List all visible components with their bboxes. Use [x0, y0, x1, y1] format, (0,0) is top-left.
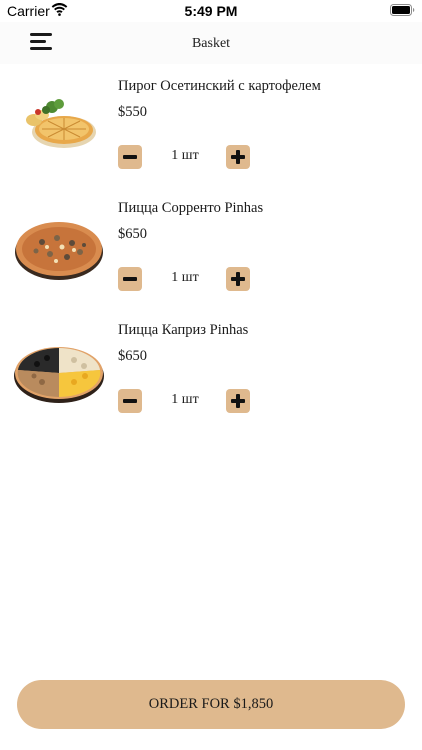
- minus-icon: [123, 277, 137, 281]
- pizza-image: [15, 222, 103, 280]
- item-price: $650: [118, 348, 147, 364]
- item-price: $550: [118, 104, 147, 120]
- page-title: Basket: [191, 36, 231, 51]
- decrease-quantity-button[interactable]: [118, 145, 142, 169]
- basket-item: Пицца Сорренто Pinhas $650 1 шт: [0, 200, 422, 318]
- decrease-quantity-button[interactable]: [118, 267, 142, 291]
- decrease-quantity-button[interactable]: [118, 389, 142, 413]
- item-quantity: 1 шт: [171, 148, 199, 163]
- item-name: Пицца Каприз Pinhas: [118, 322, 249, 338]
- item-price: $650: [118, 226, 147, 242]
- order-button[interactable]: ORDER FOR $1,850: [17, 680, 405, 729]
- clock: 5:49 PM: [184, 3, 238, 19]
- increase-quantity-button[interactable]: [226, 389, 250, 413]
- basket-item: Пицца Каприз Pinhas $650 1 шт: [0, 322, 422, 440]
- pizza-image: [14, 347, 104, 403]
- navigation-bar: Basket: [0, 22, 422, 64]
- pie-image: [26, 99, 96, 148]
- item-name: Пирог Осетинский с картофелем: [118, 78, 321, 94]
- item-quantity: 1 шт: [171, 392, 199, 407]
- item-name: Пицца Сорренто Pinhas: [118, 200, 264, 216]
- increase-quantity-button[interactable]: [226, 267, 250, 291]
- minus-icon: [123, 155, 137, 159]
- battery-icon: [390, 4, 415, 16]
- item-quantity: 1 шт: [171, 270, 199, 285]
- minus-icon: [123, 399, 137, 403]
- basket-item: Пирог Осетинский с картофелем $550 1 шт: [0, 78, 422, 196]
- increase-quantity-button[interactable]: [226, 145, 250, 169]
- status-bar: Carrier 5:49 PM: [0, 0, 422, 22]
